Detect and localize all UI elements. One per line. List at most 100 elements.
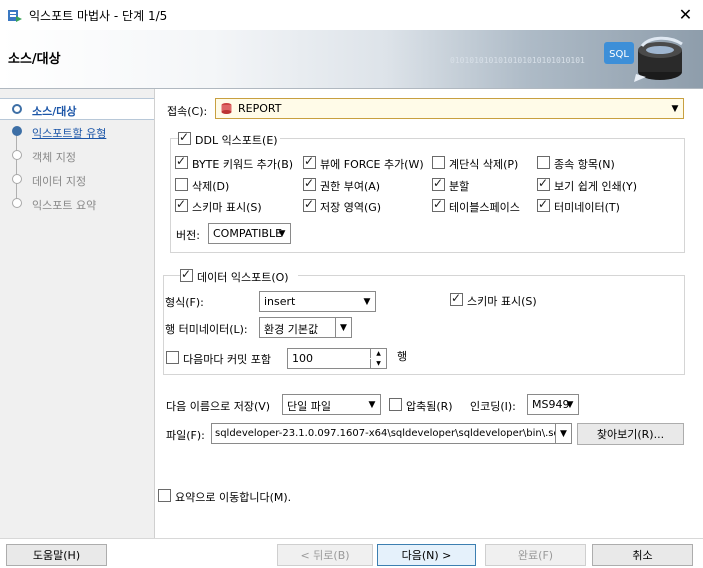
checkbox-icon[interactable] [303, 197, 316, 212]
chevron-down-icon: ▼ [363, 296, 371, 307]
chevron-down-icon: ▼ [278, 228, 286, 239]
format-label: 형식(F): [165, 296, 204, 309]
connection-select[interactable]: REPORT ▼ [215, 98, 684, 119]
close-icon[interactable]: ✕ [668, 0, 703, 28]
chevron-down-icon: ▼ [368, 399, 376, 410]
version-label: 버전: [176, 229, 200, 242]
step-label: 데이터 지정 [32, 175, 87, 188]
step-export-types[interactable]: 익스포트할 유형 [0, 121, 154, 143]
connection-label: 접속(C): [167, 105, 208, 118]
commit-unit: 행 [397, 350, 408, 363]
step-label: 익스포트 요약 [32, 199, 97, 212]
step-specify-data: 데이터 지정 [0, 169, 154, 191]
step-icon [12, 174, 22, 184]
page-title: 소스/대상 [8, 52, 61, 67]
database-icon [221, 103, 232, 114]
checkbox-icon[interactable] [175, 154, 188, 169]
step-specify-objects: 객체 지정 [0, 145, 154, 167]
save-as-value: 단일 파일 [287, 400, 331, 413]
chevron-down-icon: ▼ [671, 103, 679, 114]
checkbox-label: 터미네이터(T) [554, 201, 620, 214]
save-as-label: 다음 이름으로 저장(V) [166, 400, 271, 413]
step-export-summary: 익스포트 요약 [0, 193, 154, 215]
checkbox-label: 저장 영역(G) [320, 201, 382, 214]
spinner-down-icon[interactable]: ▼ [370, 359, 386, 368]
help-button[interactable]: 도움말(H) [6, 544, 107, 566]
encoding-label: 인코딩(I): [470, 400, 516, 413]
back-button[interactable]: < 뒤로(B) [277, 544, 373, 566]
checkbox-icon[interactable] [389, 398, 402, 411]
spinner-up-icon[interactable]: ▲ [370, 349, 386, 358]
step-icon [12, 126, 22, 136]
banner-binary-text: 0101010101010101010101010101 [450, 56, 585, 65]
checkbox-icon[interactable] [178, 130, 191, 145]
next-button[interactable]: 다음(N) > [377, 544, 476, 566]
checkbox-label: 뷰에 FORCE 추가(W) [320, 158, 424, 171]
checkbox-icon[interactable] [303, 154, 316, 169]
chevron-down-icon: ▼ [335, 318, 351, 337]
checkbox-label: 스키마 표시(S) [467, 295, 537, 308]
checkbox-icon[interactable] [537, 156, 550, 169]
app-icon [8, 10, 22, 22]
row-terminator-value: 환경 기본값 [264, 323, 319, 336]
row-terminator-select[interactable]: 환경 기본값 ▼ [259, 317, 352, 338]
chevron-down-icon: ▼ [555, 424, 571, 443]
commit-rows-spinner[interactable]: 100 ▲ ▼ [287, 348, 387, 369]
ddl-export-checkbox[interactable]: DDL 익스포트(E) [178, 130, 280, 147]
checkbox-icon[interactable] [166, 351, 179, 364]
checkbox-label: 다음마다 커밋 포함 [183, 353, 271, 366]
checkbox-label: BYTE 키워드 추가(B) [192, 158, 294, 171]
checkbox-icon[interactable] [158, 489, 171, 502]
steps-panel: 소스/대상 익스포트할 유형 객체 지정 데이터 지정 익스포트 요약 [0, 89, 155, 539]
format-value: insert [264, 295, 296, 308]
checkbox-icon[interactable] [537, 197, 550, 212]
divider [0, 538, 703, 539]
step-current-icon [12, 104, 22, 114]
step-label: 객체 지정 [32, 151, 76, 164]
window-title: 익스포트 마법사 - 단계 1/5 [29, 9, 168, 23]
data-export-checkbox[interactable]: 데이터 익스포트(O) [180, 267, 298, 284]
step-source-target[interactable]: 소스/대상 [0, 98, 154, 120]
checkbox-icon[interactable] [175, 197, 188, 212]
checkbox-label: 스키마 표시(S) [192, 201, 262, 214]
step-label: 익스포트할 유형 [32, 127, 107, 140]
format-select[interactable]: insert ▼ [259, 291, 376, 312]
checkbox-label: 보기 쉽게 인쇄(Y) [554, 180, 638, 193]
step-icon [12, 150, 22, 160]
checkbox-label: 삭제(D) [192, 180, 230, 193]
cancel-button[interactable]: 취소 [592, 544, 693, 566]
checkbox-label: DDL 익스포트(E) [195, 134, 278, 147]
checkbox-label: 권한 부여(A) [320, 180, 381, 193]
checkbox-icon[interactable] [175, 178, 188, 191]
file-path-value: sqldeveloper-23.1.0.097.1607-x64\sqldeve… [215, 428, 563, 439]
database-export-icon: SQL [604, 36, 683, 82]
checkbox-label: 종속 항목(N) [554, 158, 615, 171]
step-icon [12, 198, 22, 208]
step-label: 소스/대상 [32, 105, 77, 118]
row-terminator-label: 행 터미네이터(L): [165, 323, 248, 336]
chevron-down-icon: ▼ [566, 399, 574, 410]
checkbox-icon[interactable] [432, 176, 445, 191]
checkbox-label: 분할 [449, 180, 470, 193]
checkbox-label: 압축됨(R) [406, 400, 453, 413]
checkbox-label: 요약으로 이동합니다(M). [175, 491, 292, 504]
checkbox-label: 테이블스페이스 [449, 201, 520, 214]
finish-button[interactable]: 완료(F) [485, 544, 586, 566]
checkbox-icon[interactable] [450, 291, 463, 306]
checkbox-label: 데이터 익스포트(O) [197, 271, 289, 284]
checkbox-icon[interactable] [180, 267, 193, 282]
checkbox-icon[interactable] [432, 197, 445, 212]
encoding-select[interactable]: MS949 ▼ [527, 394, 579, 415]
checkbox-icon[interactable] [537, 176, 550, 191]
checkbox-icon[interactable] [432, 156, 445, 169]
connection-value: REPORT [238, 102, 282, 115]
save-as-select[interactable]: 단일 파일 ▼ [282, 394, 381, 415]
file-path-select[interactable]: sqldeveloper-23.1.0.097.1607-x64\sqldeve… [211, 423, 572, 444]
commit-rows-value: 100 [292, 352, 313, 365]
browse-button[interactable]: 찾아보기(R)... [577, 423, 684, 445]
version-value: COMPATIBLE [213, 227, 283, 240]
checkbox-icon[interactable] [303, 176, 316, 191]
checkbox-label: 계단식 삭제(P) [449, 158, 519, 171]
file-label: 파일(F): [166, 429, 205, 442]
version-select[interactable]: COMPATIBLE ▼ [208, 223, 291, 244]
